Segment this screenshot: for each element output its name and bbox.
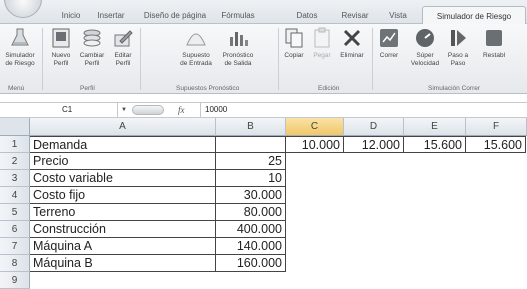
cell-a8[interactable]: Máquina B [30,255,216,272]
formula-bar: C1 ▼ fx 10000 [0,102,527,118]
cell-e1[interactable]: 15.600 [404,136,466,153]
cell-a5[interactable]: Terreno [30,204,216,221]
cell-b5[interactable]: 80.000 [216,204,286,221]
eliminar-button[interactable]: Eliminar [336,27,368,60]
new-profile-icon [52,28,70,48]
tab-insertar[interactable]: Insertar [92,6,130,24]
group-label-simulacion: Simulación Correr [428,85,481,92]
formula-input[interactable]: 10000 [200,103,227,117]
office-button[interactable] [4,0,42,18]
row-header[interactable]: 2 [0,153,30,170]
paso-a-paso-button[interactable]: Paso a Paso [444,27,472,68]
cell-b6[interactable]: 400.000 [216,221,286,238]
copiar-button[interactable]: Copiar [280,27,308,60]
run-icon [380,29,398,47]
cell-b7[interactable]: 140.000 [216,238,286,255]
simulador-de-riesgo-button[interactable]: Simulador de Riesgo [2,27,38,68]
ribbon: Simulador de Riesgo Nuevo Perfil Cambiar Pe… [0,24,527,94]
chevron-down-icon[interactable]: ▼ [118,103,130,117]
group-label-supuestos: Supuestos Pronóstico [176,85,240,92]
cell-d1[interactable]: 12.000 [344,136,404,153]
select-all-corner[interactable] [0,118,30,136]
tab-revisar[interactable]: Revisar [336,6,374,24]
cell-b4[interactable]: 30.000 [216,187,286,204]
supuesto-de-entrada-button[interactable]: Supuesto de Entrada [176,27,216,68]
tab-simulador-de-riesgo[interactable]: Simulador de Riesgo [422,6,526,25]
cell-a6[interactable]: Construcción [30,221,216,238]
name-box[interactable]: C1 [0,103,118,117]
formula-bar-resize-handle[interactable] [132,105,164,115]
nuevo-perfil-button[interactable]: Nuevo Perfil [46,27,76,68]
edit-profile-icon [114,30,133,47]
input-assumption-icon [186,33,206,46]
copy-icon [285,28,303,48]
cell-b3[interactable]: 10 [216,170,286,187]
column-header-f[interactable]: F [466,118,527,136]
row-header[interactable]: 7 [0,238,30,255]
column-header-c[interactable]: C [286,118,344,136]
row-header[interactable]: 5 [0,204,30,221]
cell-b8[interactable]: 160.000 [216,255,286,272]
tab-formulas[interactable]: Fórmulas [218,6,258,24]
paste-icon [314,27,330,48]
tab-datos[interactable]: Datos [292,6,322,24]
column-header-a[interactable]: A [30,118,216,136]
tab-diseno-de-pagina[interactable]: Diseño de página [142,6,208,24]
cell-b2[interactable]: 25 [216,153,286,170]
cell-a1[interactable]: Demanda [30,136,216,153]
cell-a2[interactable]: Precio [30,153,216,170]
group-label-perfil: Perfil [80,85,95,92]
tab-vista[interactable]: Vista [384,6,412,24]
cambiar-perfil-button[interactable]: Cambiar Perfil [76,27,108,68]
row-header[interactable]: 4 [0,187,30,204]
ribbon-tab-bar: Inicio Insertar Diseño de página Fórmula… [0,0,527,25]
cell-c1[interactable]: 10.000 [286,136,344,153]
pegar-button[interactable]: Pegar [308,27,336,60]
group-separator [140,28,141,90]
row-header[interactable]: 6 [0,221,30,238]
step-icon [451,30,466,46]
row-header[interactable]: 9 [0,272,30,289]
cell-a4[interactable]: Costo fijo [30,187,216,204]
correr-button[interactable]: Correr [374,27,404,60]
group-separator [42,28,43,90]
forecast-output-icon [230,32,248,46]
row-header[interactable]: 1 [0,136,30,153]
spreadsheet-grid: A B C D E F 1 2 3 4 5 6 7 8 9 Demanda Pr… [0,118,527,289]
delete-icon [343,29,361,47]
change-profile-icon [83,29,101,47]
row-header[interactable]: 3 [0,170,30,187]
column-header-e[interactable]: E [404,118,466,136]
column-header-d[interactable]: D [344,118,404,136]
super-velocidad-button[interactable]: Súper Velocidad [406,27,444,68]
pronostico-de-salida-button[interactable]: Pronóstico de Salida [216,27,260,68]
editar-perfil-button[interactable]: Editar Perfil [108,27,138,68]
group-separator [278,28,279,90]
group-label-menu: Menú [8,85,25,92]
flask-icon [11,28,29,46]
restablecer-button[interactable]: Restabl [474,27,514,60]
super-speed-icon [416,29,434,47]
row-header[interactable]: 8 [0,255,30,272]
cell-a3[interactable]: Costo variable [30,170,216,187]
cell-b1[interactable] [216,136,286,153]
tab-inicio[interactable]: Inicio [56,6,86,24]
column-header-b[interactable]: B [216,118,286,136]
group-label-edicion: Edición [318,85,340,92]
group-separator [372,28,373,90]
insert-function-icon[interactable]: fx [178,103,185,117]
cell-a7[interactable]: Máquina A [30,238,216,255]
cell-f1[interactable]: 15.600 [466,136,526,153]
reset-icon [486,30,502,46]
